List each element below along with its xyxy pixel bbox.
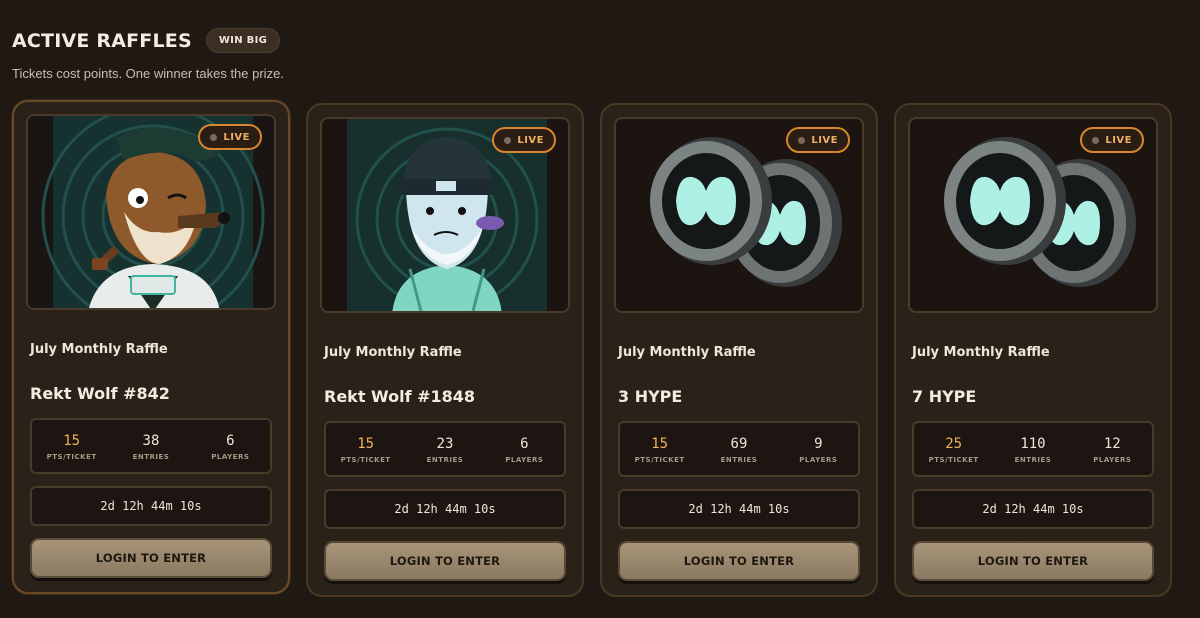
- prize-name: Rekt Wolf #1848: [324, 387, 476, 406]
- stat-label: PLAYERS: [505, 456, 544, 464]
- win-big-badge: WIN BIG: [205, 28, 281, 53]
- live-badge: LIVE: [492, 127, 556, 153]
- live-label: LIVE: [811, 134, 838, 146]
- raffle-name: July Monthly Raffle: [324, 345, 462, 360]
- stat-entries: 23 ENTRIES: [406, 436, 485, 464]
- prize-image: LIVE: [26, 114, 276, 310]
- stat-players: 12 PLAYERS: [1073, 436, 1152, 464]
- stat-label: PLAYERS: [799, 456, 838, 464]
- login-to-enter-button[interactable]: LOGIN TO ENTER: [30, 538, 272, 578]
- stat-players: 9 PLAYERS: [779, 436, 858, 464]
- stat-entries: 110 ENTRIES: [994, 436, 1073, 464]
- live-label: LIVE: [1105, 134, 1132, 146]
- page-title: ACTIVE RAFFLES: [12, 29, 192, 52]
- prize-name: 3 HYPE: [618, 387, 683, 406]
- stat-pts-per-ticket: 15 PTS/TICKET: [326, 436, 405, 464]
- live-dot-icon: [798, 136, 806, 144]
- stat-value: 110: [1020, 436, 1046, 452]
- raffle-card[interactable]: LIVE July Monthly Raffle Rekt Wolf #842 …: [12, 100, 290, 594]
- login-to-enter-button[interactable]: LOGIN TO ENTER: [618, 541, 860, 581]
- stat-value: 15: [63, 433, 81, 449]
- stat-value: 69: [730, 436, 748, 452]
- stat-value: 38: [142, 433, 160, 449]
- stat-label: PTS/TICKET: [46, 453, 97, 461]
- stat-value: 15: [357, 436, 375, 452]
- raffle-card[interactable]: LIVE July Monthly Raffle Rekt Wolf #1848…: [306, 103, 584, 597]
- page-subtitle: Tickets cost points. One winner takes th…: [12, 66, 284, 81]
- live-dot-icon: [210, 133, 218, 141]
- raffle-name: July Monthly Raffle: [30, 342, 168, 357]
- stat-label: ENTRIES: [132, 453, 170, 461]
- prize-image: LIVE: [908, 117, 1158, 313]
- prize-image: LIVE: [320, 117, 570, 313]
- prize-name: 7 HYPE: [912, 387, 977, 406]
- raffle-stats: 15 PTS/TICKET 23 ENTRIES 6 PLAYERS: [324, 421, 566, 477]
- raffle-name: July Monthly Raffle: [912, 345, 1050, 360]
- stat-label: PTS/TICKET: [340, 456, 391, 464]
- header: ACTIVE RAFFLES WIN BIG: [12, 28, 281, 53]
- login-to-enter-button[interactable]: LOGIN TO ENTER: [912, 541, 1154, 581]
- live-badge: LIVE: [1080, 127, 1144, 153]
- stat-value: 6: [520, 436, 529, 452]
- live-dot-icon: [504, 136, 512, 144]
- stat-value: 15: [651, 436, 669, 452]
- stat-value: 25: [945, 436, 963, 452]
- stat-players: 6 PLAYERS: [485, 436, 564, 464]
- raffle-card[interactable]: LIVE July Monthly Raffle 7 HYPE 25 PTS/T…: [894, 103, 1172, 597]
- raffle-card[interactable]: LIVE July Monthly Raffle 3 HYPE 15 PTS/T…: [600, 103, 878, 597]
- live-label: LIVE: [223, 131, 250, 143]
- stat-players: 6 PLAYERS: [191, 433, 270, 461]
- stat-value: 23: [436, 436, 454, 452]
- stat-value: 12: [1103, 436, 1121, 452]
- prize-image: LIVE: [614, 117, 864, 313]
- stat-pts-per-ticket: 25 PTS/TICKET: [914, 436, 993, 464]
- stat-value: 9: [814, 436, 823, 452]
- live-label: LIVE: [517, 134, 544, 146]
- prize-name: Rekt Wolf #842: [30, 384, 170, 403]
- stat-label: PLAYERS: [211, 453, 250, 461]
- live-badge: LIVE: [198, 124, 262, 150]
- stat-label: PLAYERS: [1093, 456, 1132, 464]
- login-to-enter-button[interactable]: LOGIN TO ENTER: [324, 541, 566, 581]
- stat-value: 6: [226, 433, 235, 449]
- raffle-stats: 15 PTS/TICKET 38 ENTRIES 6 PLAYERS: [30, 418, 272, 474]
- stat-label: ENTRIES: [1014, 456, 1052, 464]
- countdown-timer: 2d 12h 44m 10s: [618, 489, 860, 529]
- live-dot-icon: [1092, 136, 1100, 144]
- live-badge: LIVE: [786, 127, 850, 153]
- raffle-stats: 25 PTS/TICKET 110 ENTRIES 12 PLAYERS: [912, 421, 1154, 477]
- stat-label: PTS/TICKET: [634, 456, 685, 464]
- countdown-timer: 2d 12h 44m 10s: [912, 489, 1154, 529]
- stat-label: PTS/TICKET: [928, 456, 979, 464]
- countdown-timer: 2d 12h 44m 10s: [324, 489, 566, 529]
- stat-label: ENTRIES: [426, 456, 464, 464]
- countdown-timer: 2d 12h 44m 10s: [30, 486, 272, 526]
- stat-entries: 38 ENTRIES: [112, 433, 191, 461]
- raffle-name: July Monthly Raffle: [618, 345, 756, 360]
- stat-label: ENTRIES: [720, 456, 758, 464]
- stat-pts-per-ticket: 15 PTS/TICKET: [620, 436, 699, 464]
- raffle-stats: 15 PTS/TICKET 69 ENTRIES 9 PLAYERS: [618, 421, 860, 477]
- stat-pts-per-ticket: 15 PTS/TICKET: [32, 433, 111, 461]
- stat-entries: 69 ENTRIES: [700, 436, 779, 464]
